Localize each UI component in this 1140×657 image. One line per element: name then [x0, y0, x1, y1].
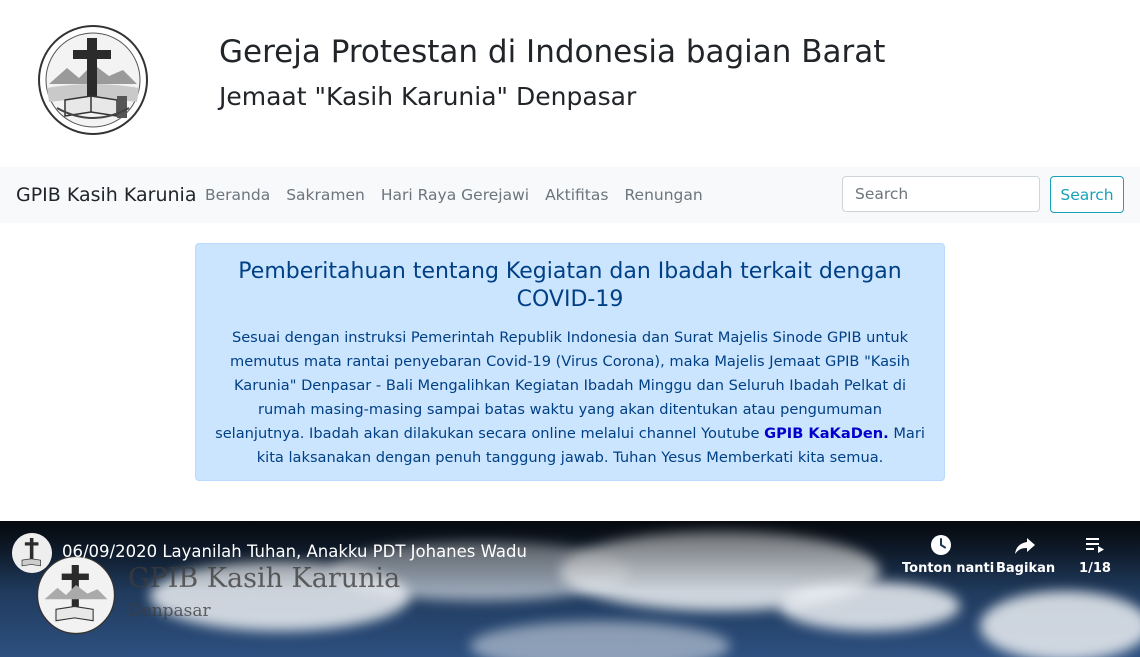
navbar-brand[interactable]: GPIB Kasih Karunia — [16, 184, 196, 206]
watermark-subtitle: Denpasar — [128, 601, 211, 621]
nav-links: Beranda Sakramen Hari Raya Gerejawi Akti… — [197, 186, 711, 204]
watch-later-button[interactable]: Tonton nanti — [902, 533, 995, 576]
site-subtitle: Jemaat "Kasih Karunia" Denpasar — [219, 82, 637, 111]
site-header: Gereja Protestan di Indonesia bagian Bar… — [0, 0, 1140, 167]
clock-icon — [931, 535, 951, 555]
nav-link-beranda[interactable]: Beranda — [197, 186, 278, 204]
watch-later-label: Tonton nanti — [902, 561, 995, 576]
watermark-title: GPIB Kasih Karunia — [128, 563, 401, 594]
search-input[interactable] — [842, 176, 1040, 212]
video-player[interactable]: GPIB Kasih Karunia Denpasar 06/09/2020 L… — [0, 521, 1140, 657]
alert-heading: Pemberitahuan tentang Kegiatan dan Ibada… — [238, 259, 902, 312]
share-button[interactable]: Bagikan — [996, 533, 1056, 576]
playlist-position: 1/18 — [1079, 561, 1111, 576]
cloud-shape — [470, 621, 730, 657]
playlist-icon — [1086, 538, 1104, 553]
site-title: Gereja Protestan di Indonesia bagian Bar… — [219, 34, 886, 70]
nav-link-renungan[interactable]: Renungan — [616, 186, 710, 204]
nav-link-hari-raya-gerejawi[interactable]: Hari Raya Gerejawi — [373, 186, 537, 204]
share-label: Bagikan — [996, 561, 1056, 576]
video-title[interactable]: 06/09/2020 Layanilah Tuhan, Anakku PDT J… — [62, 542, 527, 561]
watermark-logo — [36, 555, 116, 635]
youtube-channel-link[interactable]: GPIB KaKaDen. — [764, 425, 889, 442]
search-button[interactable]: Search — [1050, 176, 1124, 213]
main-navbar: GPIB Kasih Karunia Beranda Sakramen Hari… — [0, 167, 1140, 223]
channel-avatar[interactable] — [12, 533, 52, 573]
avatar-logo-icon — [12, 533, 52, 573]
covid-notice-alert: Pemberitahuan tentang Kegiatan dan Ibada… — [195, 243, 945, 481]
cloud-shape — [980, 591, 1140, 657]
playlist-button[interactable]: 1/18 — [1076, 533, 1114, 576]
nav-link-aktifitas[interactable]: Aktifitas — [537, 186, 616, 204]
church-logo — [38, 25, 148, 135]
share-icon — [1015, 538, 1035, 554]
nav-link-sakramen[interactable]: Sakramen — [278, 186, 373, 204]
alert-body: Sesuai dengan instruksi Pemerintah Repub… — [214, 326, 926, 470]
